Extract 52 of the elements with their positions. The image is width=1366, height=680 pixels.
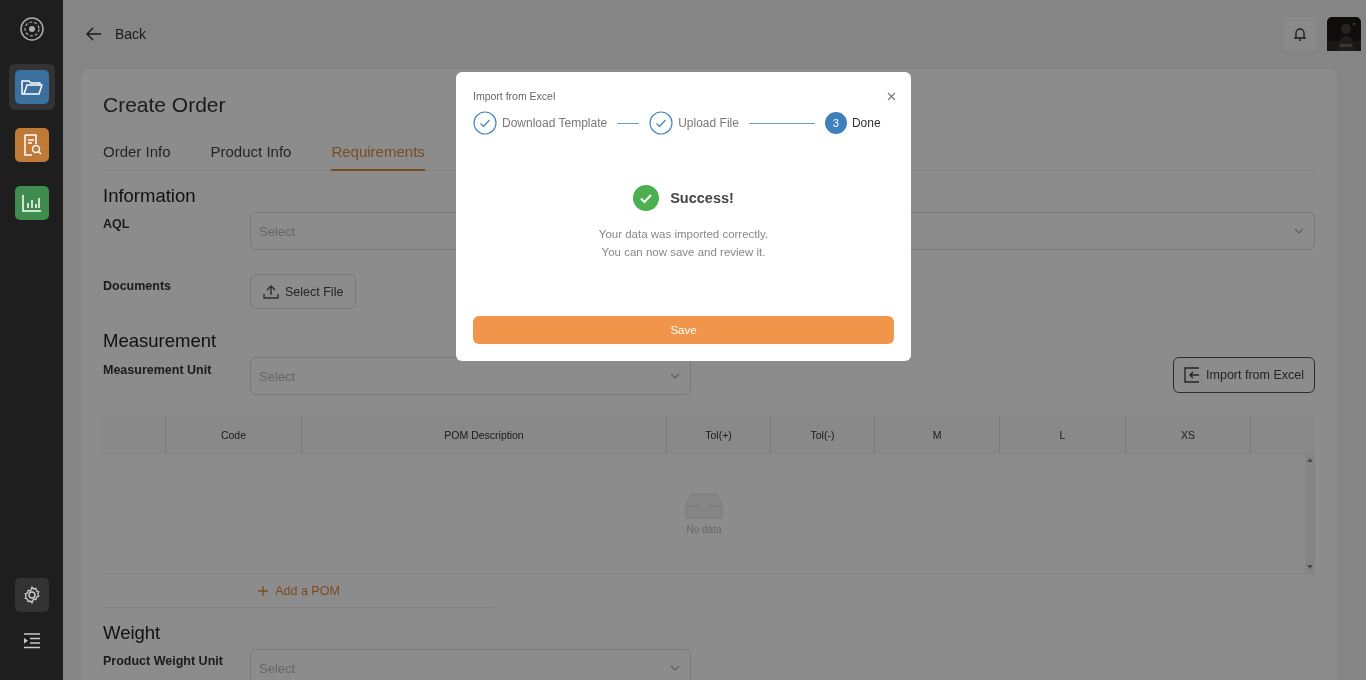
import-from-excel-button[interactable]: Import from Excel — [1173, 357, 1315, 393]
save-button[interactable]: Save — [473, 316, 894, 344]
column-header: POM Description — [301, 416, 666, 453]
bell-icon — [1294, 26, 1306, 41]
bar-chart-icon — [21, 194, 42, 212]
scroll-up-icon — [1307, 458, 1313, 462]
tab[interactable]: Order Info — [103, 143, 171, 171]
chevron-down-icon — [670, 665, 680, 671]
step-label: Done — [851, 116, 881, 130]
document-search-icon — [21, 134, 42, 156]
column-header: Code — [165, 416, 301, 453]
logo-icon — [18, 16, 45, 42]
dialog-title: Import from Excel — [473, 90, 556, 102]
field-label: Documents — [103, 278, 173, 293]
column-header: XS — [1125, 416, 1250, 453]
section-heading: Weight — [103, 622, 161, 644]
column-header: L — [999, 416, 1125, 453]
menu-icon — [22, 633, 41, 649]
settings-icon — [22, 586, 41, 604]
notification-button[interactable] — [1283, 16, 1317, 51]
field-label: Measurement Unit — [103, 362, 213, 377]
page-title: Create Order — [103, 93, 226, 117]
result-title: Success! — [670, 190, 734, 206]
select-file-button[interactable]: Select File — [250, 274, 357, 309]
section-heading: Measurement — [103, 330, 217, 352]
plus-icon — [258, 586, 269, 596]
column-header: M — [874, 416, 999, 453]
tab[interactable]: Product Info — [210, 143, 292, 171]
scroll-down-icon — [1307, 565, 1313, 569]
column-header: Tol(+) — [666, 416, 770, 453]
close-icon — [887, 92, 896, 101]
settings-button[interactable] — [14, 578, 49, 612]
section-heading: Information — [103, 185, 196, 207]
result-message: Your data was imported correctly. You can now save and review it. — [597, 227, 770, 260]
scrollbar[interactable] — [1305, 454, 1315, 573]
chevron-down-icon — [1294, 228, 1304, 234]
success-check-icon — [633, 185, 660, 211]
step-number: 3 — [824, 112, 847, 134]
step-label: Upload File — [678, 116, 739, 130]
report-nav-button[interactable] — [14, 128, 49, 162]
upload-icon — [263, 284, 279, 299]
back-button[interactable]: Back — [81, 25, 147, 42]
column-header: Tol(-) — [770, 416, 874, 453]
step-label: Download Template — [502, 116, 608, 130]
field-label: Product Weight Unit — [103, 653, 224, 668]
back-arrow-icon — [86, 26, 102, 41]
import-icon — [1184, 367, 1201, 383]
field-label: AQL — [103, 216, 131, 231]
chart-nav-button[interactable] — [14, 186, 49, 220]
chevron-down-icon — [670, 373, 680, 379]
folder-nav-button[interactable] — [14, 70, 49, 104]
folder-icon — [20, 78, 43, 96]
